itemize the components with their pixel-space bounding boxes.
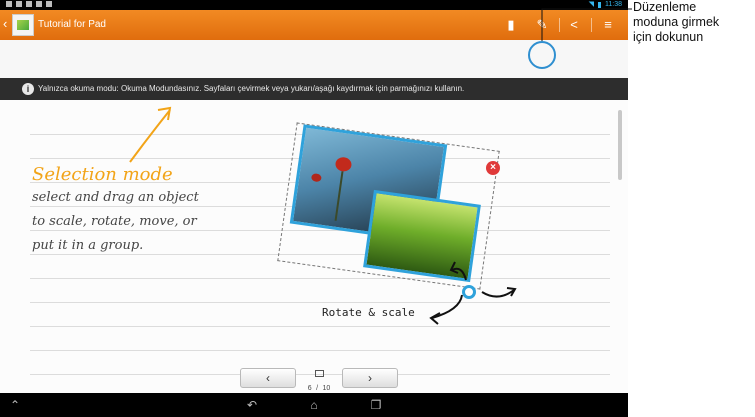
grass-photo[interactable] bbox=[363, 189, 481, 283]
page-separator: / bbox=[316, 385, 319, 392]
back-icon[interactable]: ↶ bbox=[241, 397, 263, 413]
mail-icon bbox=[26, 1, 32, 7]
bookmark-icon[interactable]: ▮ bbox=[500, 13, 522, 37]
handwritten-line: to scale, rotate, move, or bbox=[32, 214, 197, 229]
share-icon[interactable]: < bbox=[563, 13, 585, 37]
notification-icons bbox=[6, 1, 52, 7]
mail-icon bbox=[36, 1, 42, 7]
wifi-icon: ◥ bbox=[588, 1, 594, 8]
scrollbar[interactable] bbox=[618, 110, 622, 180]
headphones-icon bbox=[46, 1, 52, 7]
edit-mode-highlight-circle bbox=[528, 41, 556, 69]
collapse-icon[interactable]: ⌃ bbox=[4, 397, 26, 413]
page-navigator: ‹ 6 / 10 › bbox=[240, 368, 398, 392]
read-only-banner: i Yalnızca okuma modu: Okuma Modundasını… bbox=[0, 78, 628, 100]
battery-icon bbox=[598, 2, 601, 8]
handwritten-line: select and drag an object bbox=[32, 190, 199, 205]
callout-line-1: Düzenleme bbox=[633, 0, 697, 14]
notebook-title[interactable]: Tutorial for Pad bbox=[38, 19, 106, 31]
rotate-scale-label: Rotate & scale bbox=[322, 306, 415, 319]
action-bar: ‹ Tutorial for Pad ▮ ✎ < ≡ bbox=[0, 10, 628, 40]
menu-icon[interactable]: ≡ bbox=[597, 13, 619, 37]
page: ◥ 11:38 ‹ Tutorial for Pad ▮ ✎ < ≡ i Yal… bbox=[0, 0, 755, 417]
home-icon[interactable]: ⌂ bbox=[303, 397, 325, 413]
edit-mode-icon[interactable]: ✎ bbox=[531, 13, 553, 37]
ruled-line bbox=[30, 302, 610, 303]
image-icon bbox=[16, 1, 22, 7]
ruled-line bbox=[30, 326, 610, 327]
action-divider bbox=[559, 18, 560, 32]
poppy-flower bbox=[334, 156, 353, 173]
ruled-line bbox=[30, 278, 610, 279]
notification-icon bbox=[6, 1, 12, 7]
poppy-flower bbox=[310, 173, 322, 183]
page-icon bbox=[314, 370, 324, 377]
delete-selection-icon[interactable]: × bbox=[486, 161, 500, 175]
page-indicator[interactable]: 6 / 10 bbox=[298, 368, 340, 392]
system-nav-bar: ⌃ ↶ ⌂ ❐ bbox=[0, 393, 628, 417]
selection-mode-heading: Selection mode bbox=[32, 164, 173, 185]
total-pages: 10 bbox=[322, 385, 331, 392]
action-divider bbox=[591, 18, 592, 32]
banner-text: Yalnızca okuma modu: Okuma Modundasınız.… bbox=[38, 84, 465, 93]
info-icon: i bbox=[22, 83, 34, 95]
callout-text: Düzenleme moduna girmek için dokunun bbox=[633, 0, 755, 45]
poppy-stem bbox=[334, 171, 344, 221]
ruled-line bbox=[30, 350, 610, 351]
status-bar: ◥ 11:38 bbox=[0, 0, 628, 10]
previous-page-button[interactable]: ‹ bbox=[240, 368, 296, 388]
next-page-button[interactable]: › bbox=[342, 368, 398, 388]
handwritten-line: put it in a group. bbox=[32, 238, 144, 253]
callout-line-3: için dokunun bbox=[633, 30, 704, 44]
status-right: ◥ 11:38 bbox=[589, 0, 622, 10]
clock: 11:38 bbox=[605, 1, 622, 8]
callout-line-2: moduna girmek bbox=[633, 15, 720, 29]
recents-icon[interactable]: ❐ bbox=[365, 397, 387, 413]
rotate-scale-handle[interactable] bbox=[462, 285, 476, 299]
current-page: 6 bbox=[307, 385, 312, 392]
app-icon[interactable] bbox=[12, 14, 34, 36]
back-chevron-icon[interactable]: ‹ bbox=[3, 17, 7, 31]
